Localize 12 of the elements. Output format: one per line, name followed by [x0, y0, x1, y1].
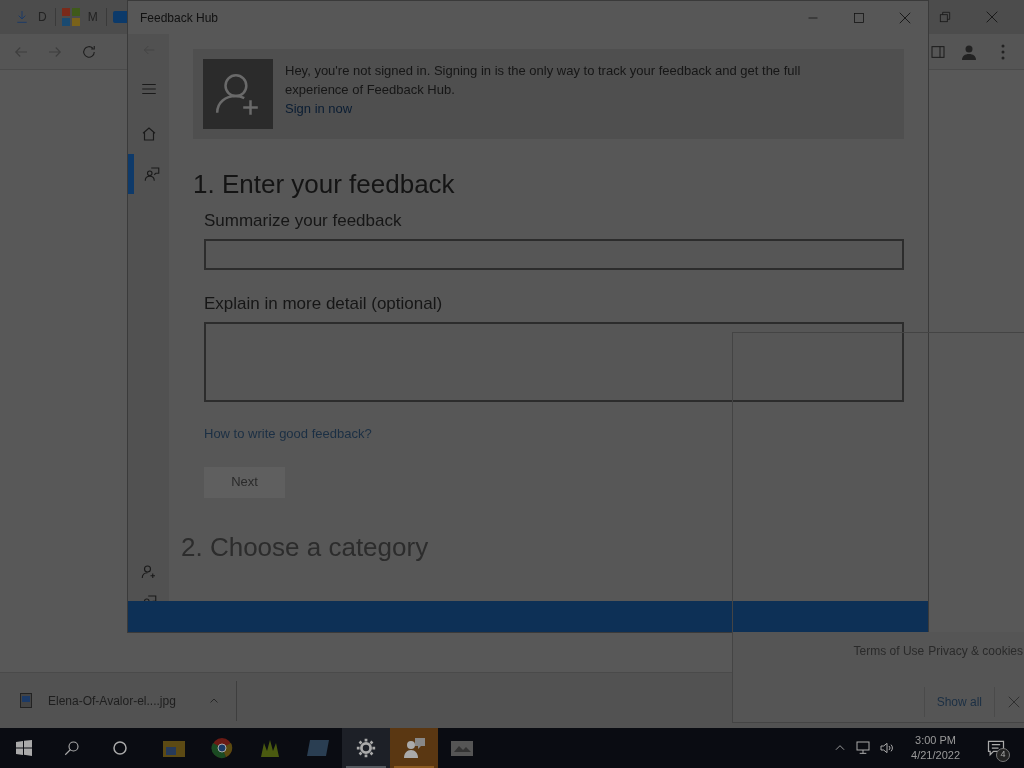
- notification-count: 4: [996, 748, 1010, 762]
- clock[interactable]: 3:00 PM 4/21/2022: [903, 733, 968, 763]
- notification-button[interactable]: 4: [976, 728, 1016, 768]
- field-label: Summarize your feedback: [204, 210, 403, 232]
- section-heading: 1. Enter your feedback: [193, 168, 456, 201]
- sign-in-link[interactable]: Sign in now: [285, 99, 865, 118]
- help-link[interactable]: How to write good feedback?: [204, 424, 904, 444]
- time-text: 3:00 PM: [915, 733, 956, 748]
- date-text: 4/21/2022: [911, 748, 960, 763]
- field-label: Explain in more detail (optional): [204, 293, 444, 315]
- window-title: Feedback Hub: [140, 9, 219, 27]
- show-all-button[interactable]: Show all: [923, 687, 995, 717]
